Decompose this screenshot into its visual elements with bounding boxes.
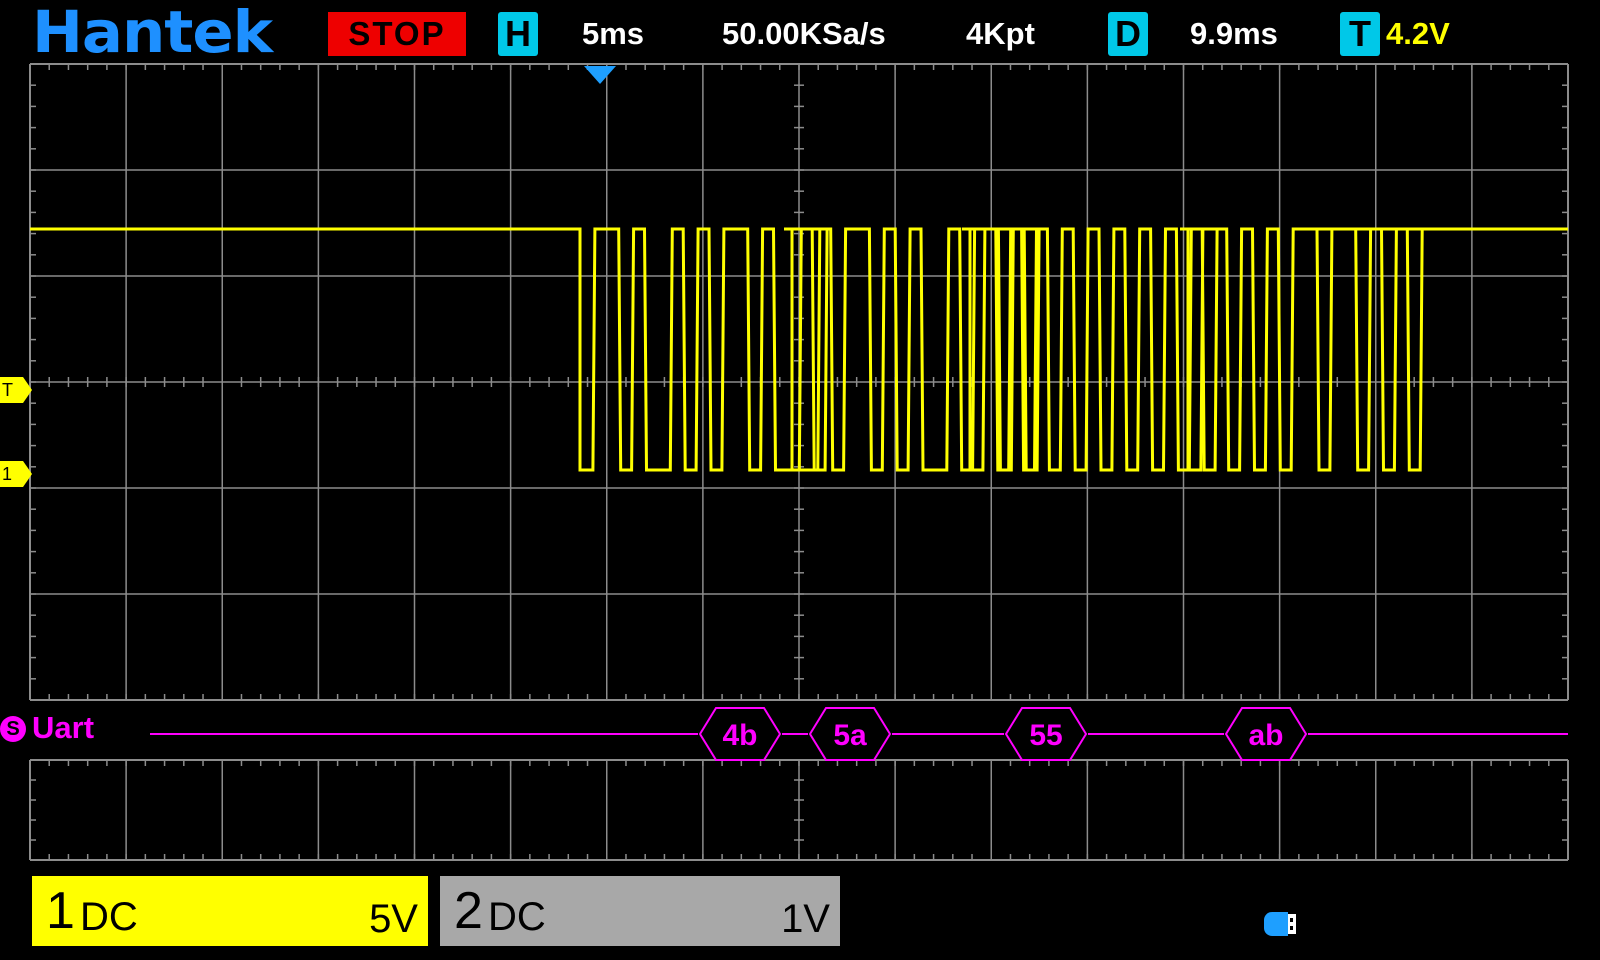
- channel2-box[interactable]: 2 DC 1V: [440, 876, 840, 946]
- trigger-position-icon[interactable]: [584, 66, 616, 84]
- decode-frame-value: 4b: [722, 719, 757, 752]
- decode-frame-value: 5a: [833, 719, 867, 752]
- serial-decode-badge: S: [0, 716, 26, 742]
- uart-decode-bus: 4b 5a 55 ab: [150, 707, 1568, 761]
- decode-frame-value: 55: [1029, 719, 1062, 752]
- waveform-display[interactable]: 4b 5a 55 ab: [0, 0, 1600, 960]
- decode-protocol-label: Uart: [32, 710, 95, 745]
- usb-drive-icon[interactable]: [1262, 908, 1298, 940]
- channel1-box[interactable]: 1 DC 5V: [32, 876, 428, 946]
- channel1-number: 1: [46, 882, 75, 940]
- channel1-coupling: DC: [80, 895, 138, 939]
- channel2-coupling: DC: [488, 895, 546, 939]
- channel2-number: 2: [454, 882, 483, 940]
- channel2-scale: 1V: [781, 897, 830, 941]
- decode-frame-value: ab: [1248, 719, 1283, 752]
- channel1-scale: 5V: [369, 897, 418, 941]
- decode-graticule: [29, 759, 1569, 861]
